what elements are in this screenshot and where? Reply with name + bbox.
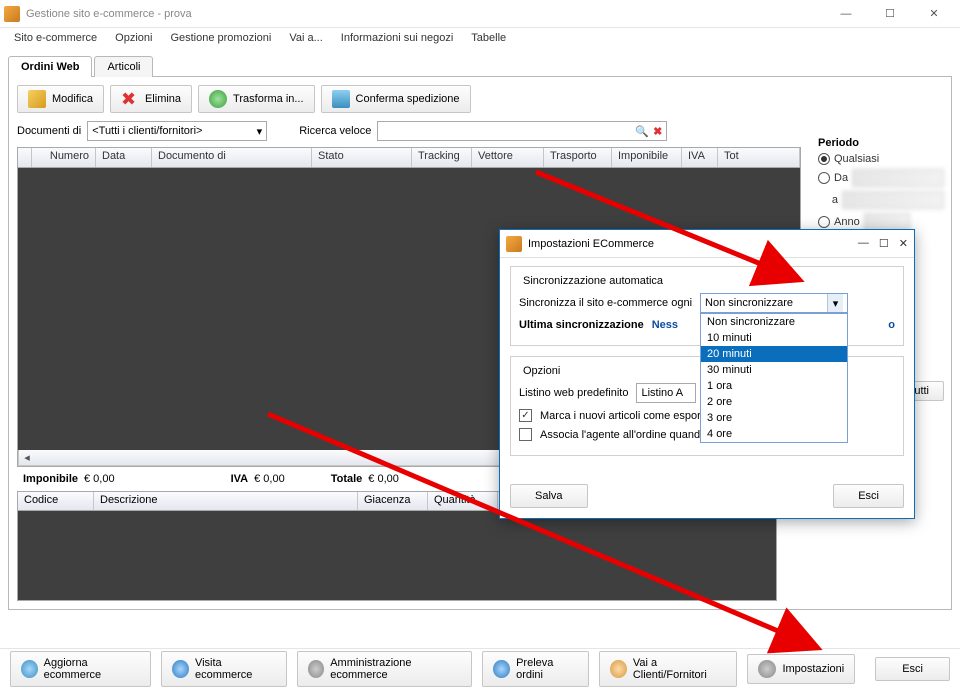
listino-select[interactable]: Listino A	[636, 383, 696, 403]
menu-info[interactable]: Informazioni sui negozi	[341, 32, 454, 44]
col2-codice[interactable]: Codice	[18, 492, 94, 510]
chk-marca[interactable]	[519, 409, 532, 422]
amministrazione-button[interactable]: Amministrazione ecommerce	[297, 651, 473, 687]
clear-icon[interactable]: ✖	[653, 125, 662, 138]
sync-label: Sincronizza il sito e-commerce ogni	[519, 297, 692, 309]
col-trasporto[interactable]: Trasporto	[544, 148, 612, 167]
col-numero[interactable]: Numero	[32, 148, 96, 167]
dialog-close[interactable]: ✕	[899, 237, 908, 250]
date-from-field[interactable]	[852, 169, 944, 187]
date-to-field[interactable]	[842, 191, 944, 209]
esci-button[interactable]: Esci	[875, 657, 950, 681]
window-title: Gestione sito e-commerce - prova	[26, 8, 192, 20]
settings-dialog: Impostazioni ECommerce — ☐ ✕ Sincronizza…	[499, 229, 915, 519]
col-totale[interactable]: Tot	[718, 148, 800, 167]
dialog-icon	[506, 236, 522, 252]
close-button[interactable]: ✕	[912, 0, 956, 28]
sync-option[interactable]: 10 minuti	[701, 330, 847, 346]
download-icon	[493, 660, 510, 678]
sync-option[interactable]: 4 ore	[701, 426, 847, 442]
trasforma-button[interactable]: Trasforma in...	[198, 85, 315, 113]
col-data[interactable]: Data	[96, 148, 152, 167]
delete-icon: ✖	[121, 90, 139, 108]
last-sync-value: Ness	[652, 319, 678, 331]
truck-icon	[332, 90, 350, 108]
globe-icon	[172, 660, 189, 678]
chevron-down-icon: ▾	[257, 125, 263, 138]
settings-icon	[758, 660, 776, 678]
transform-icon	[209, 90, 227, 108]
window-titlebar: Gestione sito e-commerce - prova — ☐ ✕	[0, 0, 960, 28]
sync-option[interactable]: 3 ore	[701, 410, 847, 426]
menubar: Sito e-commerce Opzioni Gestione promozi…	[0, 28, 960, 48]
col-vettore[interactable]: Vettore	[472, 148, 544, 167]
search-icon: 🔍	[635, 125, 649, 138]
group-sync-legend: Sincronizzazione automatica	[519, 275, 667, 287]
grid-header: Numero Data Documento di Stato Tracking …	[18, 148, 800, 168]
pencil-icon	[28, 90, 46, 108]
menu-vai[interactable]: Vai a...	[289, 32, 322, 44]
menu-tabelle[interactable]: Tabelle	[471, 32, 506, 44]
maximize-button[interactable]: ☐	[868, 0, 912, 28]
dialog-minimize[interactable]: —	[858, 237, 869, 250]
app-icon	[4, 6, 20, 22]
sync-option[interactable]: 2 ore	[701, 394, 847, 410]
doc-label: Documenti di	[17, 125, 81, 137]
grid2-body	[17, 511, 777, 601]
salva-button[interactable]: Salva	[510, 484, 588, 508]
bottom-toolbar: Aggiorna ecommerce Visita ecommerce Ammi…	[0, 648, 960, 688]
gear-icon	[308, 660, 325, 678]
dialog-esci-button[interactable]: Esci	[833, 484, 904, 508]
col2-giacenza[interactable]: Giacenza	[358, 492, 428, 510]
listino-label: Listino web predefinito	[519, 387, 628, 399]
preleva-ordini-button[interactable]: Preleva ordini	[482, 651, 589, 687]
elimina-button[interactable]: ✖Elimina	[110, 85, 192, 113]
conferma-button[interactable]: Conferma spedizione	[321, 85, 471, 113]
group-opzioni-legend: Opzioni	[519, 365, 564, 377]
menu-sito[interactable]: Sito e-commerce	[14, 32, 97, 44]
tab-articoli[interactable]: Articoli	[94, 56, 153, 77]
sync-option[interactable]: Non sincronizzare	[701, 314, 847, 330]
tab-ordini[interactable]: Ordini Web	[8, 56, 92, 77]
col-imponibile[interactable]: Imponibile	[612, 148, 682, 167]
radio-qualsiasi[interactable]: Qualsiasi	[818, 153, 944, 165]
col-tracking[interactable]: Tracking	[412, 148, 472, 167]
sync-interval-select[interactable]: Non sincronizzare ▾ Non sincronizzare10 …	[700, 293, 848, 313]
dialog-title: Impostazioni ECommerce	[528, 238, 654, 250]
col2-descrizione[interactable]: Descrizione	[94, 492, 358, 510]
minimize-button[interactable]: —	[824, 0, 868, 28]
col-iva[interactable]: IVA	[682, 148, 718, 167]
vai-clienti-button[interactable]: Vai a Clienti/Fornitori	[599, 651, 737, 687]
col2-quantita[interactable]: Quantità	[428, 492, 498, 510]
tabs: Ordini Web Articoli	[8, 56, 952, 77]
last-sync-label: Ultima sincronizzazione	[519, 319, 644, 331]
col-stato[interactable]: Stato	[312, 148, 412, 167]
menu-promozioni[interactable]: Gestione promozioni	[170, 32, 271, 44]
dialog-maximize[interactable]: ☐	[879, 237, 889, 250]
radio-anno[interactable]: Anno	[818, 216, 860, 228]
search-label: Ricerca veloce	[299, 125, 371, 137]
doc-select[interactable]: <Tutti i clienti/fornitori>▾	[87, 121, 267, 141]
chevron-down-icon: ▾	[827, 294, 843, 312]
radio-da[interactable]: Da	[818, 172, 848, 184]
chk-associa[interactable]	[519, 428, 532, 441]
col-documento[interactable]: Documento di	[152, 148, 312, 167]
modifica-button[interactable]: Modifica	[17, 85, 104, 113]
impostazioni-button[interactable]: Impostazioni	[747, 654, 855, 684]
search-input[interactable]: 🔍 ✖	[377, 121, 667, 141]
aggiorna-ecommerce-button[interactable]: Aggiorna ecommerce	[10, 651, 151, 687]
menu-opzioni[interactable]: Opzioni	[115, 32, 152, 44]
sync-option[interactable]: 1 ora	[701, 378, 847, 394]
visita-ecommerce-button[interactable]: Visita ecommerce	[161, 651, 286, 687]
users-icon	[610, 660, 627, 678]
sync-options-list: Non sincronizzare10 minuti20 minuti30 mi…	[700, 313, 848, 443]
sync-option[interactable]: 30 minuti	[701, 362, 847, 378]
sync-option[interactable]: 20 minuti	[701, 346, 847, 362]
refresh-icon	[21, 660, 38, 678]
